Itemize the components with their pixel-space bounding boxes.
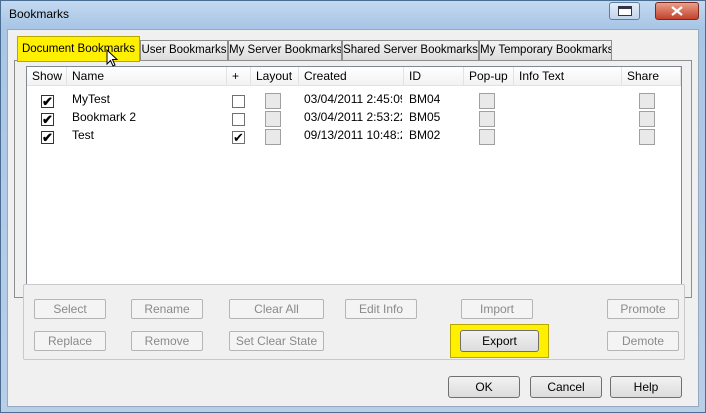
import-button[interactable]: Import bbox=[461, 299, 533, 319]
layout-box[interactable] bbox=[265, 129, 281, 145]
set-clear-state-button[interactable]: Set Clear State bbox=[229, 331, 324, 351]
bookmark-id: BM04 bbox=[409, 92, 441, 106]
layout-box[interactable] bbox=[265, 93, 281, 109]
share-box[interactable] bbox=[639, 93, 655, 109]
bookmark-name: Test bbox=[72, 128, 95, 142]
column-header-name[interactable]: Name bbox=[67, 67, 227, 86]
select-button[interactable]: Select bbox=[34, 299, 106, 319]
popup-box[interactable] bbox=[479, 93, 495, 109]
dialog-body: Document Bookmarks User Bookmarks My Ser… bbox=[7, 29, 699, 407]
remove-button[interactable]: Remove bbox=[131, 331, 203, 351]
close-icon bbox=[671, 6, 683, 16]
layout-box[interactable] bbox=[265, 111, 281, 127]
export-button[interactable]: Export bbox=[460, 330, 539, 352]
title-bar[interactable]: Bookmarks bbox=[1, 1, 705, 27]
popup-box[interactable] bbox=[479, 111, 495, 127]
tab-user-bookmarks[interactable]: User Bookmarks bbox=[140, 40, 228, 60]
column-header-id[interactable]: ID bbox=[404, 67, 464, 86]
action-button-group: Select Rename Clear All Edit Info Import… bbox=[23, 284, 685, 360]
column-header-info-text[interactable]: Info Text bbox=[514, 67, 622, 86]
ok-button[interactable]: OK bbox=[448, 376, 520, 398]
show-checkbox[interactable]: ✔ bbox=[41, 113, 54, 126]
mouse-cursor-icon bbox=[106, 49, 118, 67]
close-button[interactable] bbox=[655, 2, 699, 20]
column-header-layout[interactable]: Layout bbox=[251, 67, 299, 86]
help-button[interactable]: Help bbox=[610, 376, 682, 398]
bookmark-id: BM05 bbox=[409, 110, 441, 124]
column-header-show[interactable]: Show bbox=[27, 67, 67, 86]
created-date: 09/13/2011 10:48:2 bbox=[304, 128, 402, 142]
window-title: Bookmarks bbox=[9, 7, 70, 21]
bookmark-id: BM02 bbox=[409, 128, 441, 142]
bookmarks-table[interactable]: Show Name + Layout Created ID Pop-up Inf… bbox=[26, 66, 682, 291]
share-box[interactable] bbox=[639, 111, 655, 127]
plus-checkbox[interactable] bbox=[232, 95, 245, 108]
show-checkbox[interactable]: ✔ bbox=[41, 131, 54, 144]
clear-all-button[interactable]: Clear All bbox=[229, 299, 324, 319]
demote-button[interactable]: Demote bbox=[607, 331, 679, 351]
column-header-popup[interactable]: Pop-up bbox=[464, 67, 514, 86]
replace-button[interactable]: Replace bbox=[34, 331, 106, 351]
edit-info-button[interactable]: Edit Info bbox=[345, 299, 417, 319]
show-checkbox[interactable]: ✔ bbox=[41, 95, 54, 108]
created-date: 03/04/2011 2:53:22 bbox=[304, 110, 402, 124]
share-box[interactable] bbox=[639, 129, 655, 145]
column-header-created[interactable]: Created bbox=[299, 67, 404, 86]
created-date: 03/04/2011 2:45:09 bbox=[304, 92, 402, 106]
column-header-plus[interactable]: + bbox=[227, 67, 251, 86]
tab-my-server-bookmarks[interactable]: My Server Bookmarks bbox=[228, 40, 342, 60]
tab-shared-server-bookmarks[interactable]: Shared Server Bookmarks bbox=[342, 40, 479, 60]
bookmark-name: MyTest bbox=[72, 92, 111, 106]
tab-my-temporary-bookmarks[interactable]: My Temporary Bookmarks bbox=[479, 40, 612, 60]
cancel-button[interactable]: Cancel bbox=[530, 376, 602, 398]
restore-icon bbox=[617, 6, 632, 16]
bookmark-name: Bookmark 2 bbox=[72, 110, 137, 124]
popup-box[interactable] bbox=[479, 129, 495, 145]
tab-document-bookmarks[interactable]: Document Bookmarks bbox=[17, 36, 140, 62]
plus-checkbox[interactable] bbox=[232, 113, 245, 126]
promote-button[interactable]: Promote bbox=[607, 299, 679, 319]
restore-button[interactable] bbox=[609, 2, 640, 20]
bookmarks-window: Bookmarks Document Bookmarks User Bookma… bbox=[0, 0, 706, 413]
rename-button[interactable]: Rename bbox=[131, 299, 203, 319]
tab-panel: Show Name + Layout Created ID Pop-up Inf… bbox=[14, 60, 692, 298]
column-header-share[interactable]: Share bbox=[622, 67, 681, 86]
plus-checkbox[interactable]: ✔ bbox=[232, 131, 245, 144]
